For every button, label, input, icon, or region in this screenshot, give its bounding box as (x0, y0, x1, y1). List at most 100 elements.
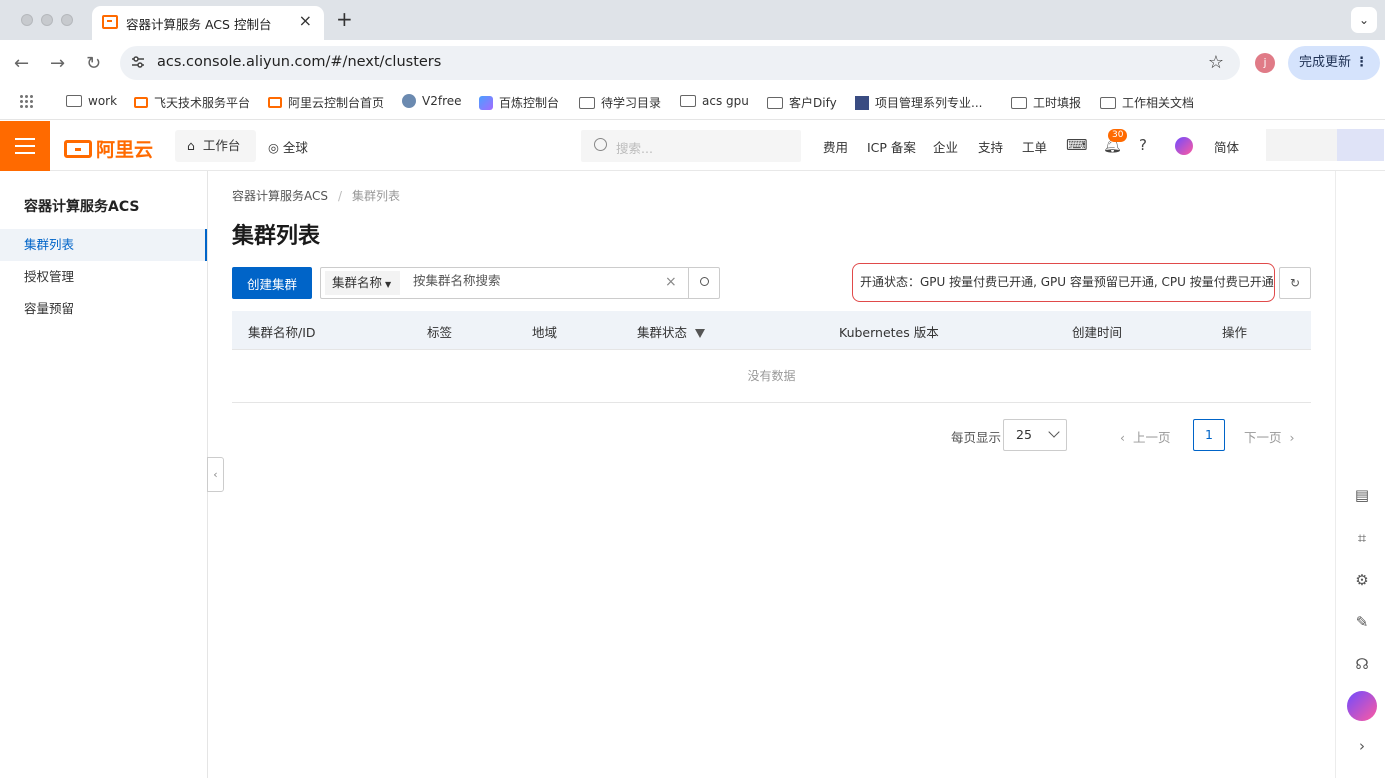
column-header-region: 地域 (532, 325, 558, 340)
next-page-button[interactable]: 下一页 › (1244, 427, 1294, 446)
project-icon (855, 95, 869, 110)
headset-icon[interactable]: ☊ (1353, 655, 1371, 673)
prev-page-button[interactable]: ‹ 上一页 (1120, 427, 1170, 446)
global-search[interactable]: 搜索... (581, 130, 801, 162)
folder-icon (680, 95, 696, 107)
sidebar-item-cluster-list[interactable]: 集群列表 (0, 229, 207, 261)
bookmark-item[interactable]: 待学习目录 (579, 94, 661, 111)
reload-icon[interactable]: ↻ (86, 53, 101, 74)
refresh-icon[interactable]: ↻ (1279, 267, 1311, 299)
site-settings-icon[interactable] (130, 54, 146, 70)
folder-icon (767, 96, 783, 109)
nav-link-fees[interactable]: 费用 (823, 137, 848, 156)
ai-assistant-icon[interactable] (1175, 137, 1193, 155)
sidebar-collapse-chevron-icon[interactable]: ‹ (207, 457, 224, 492)
bookmark-item[interactable]: 百炼控制台 (479, 94, 559, 111)
column-header-tags: 标签 (427, 325, 453, 340)
window-zoom-control[interactable] (61, 14, 73, 26)
home-icon: ⌂ (187, 138, 195, 153)
help-icon[interactable]: ? (1139, 136, 1147, 154)
bookmark-item[interactable]: 工作相关文档 (1100, 94, 1194, 111)
column-header-name: 集群名称/ID (248, 325, 316, 340)
expand-chevron-icon[interactable]: › (1353, 737, 1371, 755)
update-label: 完成更新 (1299, 55, 1352, 70)
aliyun-icon (134, 97, 148, 108)
cluster-search-group: 集群名称▼ × (320, 267, 720, 299)
caret-down-icon: ▼ (385, 280, 392, 289)
bookmark-item[interactable]: 飞天技术服务平台 (134, 94, 250, 111)
bookmark-item[interactable]: 项目管理系列专业... (855, 94, 982, 111)
nav-link-support[interactable]: 支持 (978, 137, 1003, 156)
terminal-icon[interactable]: ⌨ (1066, 136, 1088, 154)
column-header-status: 集群状态 (637, 322, 706, 341)
telegram-icon (402, 94, 416, 108)
folder-icon (1011, 96, 1027, 109)
menu-hamburger-icon[interactable] (0, 121, 50, 171)
search-field-select[interactable]: 集群名称 ▼ (325, 271, 400, 295)
chevron-down-icon (1048, 426, 1060, 438)
globe-icon: ◎ (268, 140, 279, 155)
clear-icon[interactable]: × (665, 274, 677, 290)
aliyun-favicon-icon (102, 15, 118, 29)
sidebar-item-authorization[interactable]: 授权管理 (0, 261, 207, 293)
bailian-icon (479, 95, 493, 110)
bookmark-item[interactable]: 工时填报 (1011, 94, 1081, 111)
bookmarks-bar: work 飞天技术服务平台 阿里云控制台首页 V2free 百炼控制台 待学习目… (0, 86, 1385, 120)
more-menu-icon[interactable]: ⋮ (1355, 46, 1368, 80)
notification-badge: 30 (1108, 129, 1128, 142)
nav-link-icp[interactable]: ICP 备案 (867, 137, 916, 156)
cluster-search-input[interactable] (413, 273, 653, 288)
page-size-select[interactable]: 25 (1003, 419, 1067, 451)
bookmark-item[interactable]: work (66, 94, 117, 108)
nav-link-ticket[interactable]: 工单 (1022, 137, 1047, 156)
folder-icon (579, 96, 595, 109)
filter-icon[interactable] (695, 329, 706, 338)
nav-link-enterprise[interactable]: 企业 (933, 137, 958, 156)
bookmark-item[interactable]: acs gpu (680, 94, 749, 108)
browser-toolbar: ← → ↻ acs.console.aliyun.com/#/next/clus… (0, 40, 1385, 86)
back-arrow-icon[interactable]: ← (14, 53, 29, 74)
update-button[interactable]: 完成更新 ⋮ (1288, 46, 1380, 80)
ai-assistant-icon[interactable] (1347, 691, 1377, 721)
create-cluster-button[interactable]: 创建集群 (232, 267, 312, 299)
region-selector[interactable]: ◎ 全球 (268, 137, 308, 156)
bookmark-star-icon[interactable]: ☆ (1208, 52, 1224, 73)
page-number-button[interactable]: 1 (1193, 419, 1225, 451)
bookmark-item[interactable]: 阿里云控制台首页 (268, 94, 384, 111)
profile-avatar[interactable]: j (1255, 53, 1275, 73)
column-header-k8s-version: Kubernetes 版本 (839, 325, 939, 340)
aliyun-logo[interactable]: 阿里云 (64, 135, 153, 162)
window-minimize-control[interactable] (41, 14, 53, 26)
folder-icon (66, 95, 82, 107)
document-icon[interactable]: ▤ (1353, 486, 1371, 504)
search-button[interactable] (688, 267, 720, 299)
bookmark-item[interactable]: 客户Dify (767, 94, 837, 111)
search-icon (700, 277, 709, 286)
tab-title: 容器计算服务 ACS 控制台 (126, 17, 272, 32)
activation-status: 开通状态：GPU 按量付费已开通, GPU 容量预留已开通, CPU 按量付费已… (852, 263, 1275, 302)
aliyun-icon (268, 97, 282, 108)
folder-icon (1100, 96, 1116, 109)
workbench-button[interactable]: ⌂ 工作台 (175, 130, 256, 162)
page-title: 集群列表 (232, 224, 321, 249)
apps-grid-icon[interactable] (19, 94, 34, 109)
gear-icon[interactable]: ⚙ (1353, 571, 1371, 589)
column-header-created: 创建时间 (1072, 325, 1123, 340)
window-close-control[interactable] (21, 14, 33, 26)
language-switch[interactable]: 简体 (1214, 137, 1239, 156)
new-tab-icon[interactable]: + (336, 7, 353, 31)
tab-close-icon[interactable]: × (299, 11, 312, 30)
bookmark-item[interactable]: V2free (402, 94, 462, 108)
page-size-label: 每页显示 (951, 430, 1002, 445)
account-area[interactable] (1266, 129, 1384, 161)
sidebar-item-capacity-reservation[interactable]: 容量预留 (0, 293, 207, 325)
browser-tab-active[interactable]: 容器计算服务 ACS 控制台 × (92, 6, 324, 40)
edit-icon[interactable]: ✎ (1353, 613, 1371, 631)
search-placeholder: 搜索... (616, 141, 653, 156)
address-bar[interactable]: acs.console.aliyun.com/#/next/clusters ☆ (120, 46, 1240, 80)
forward-arrow-icon[interactable]: → (50, 53, 65, 74)
breadcrumb-item[interactable]: 容器计算服务ACS (232, 189, 328, 203)
tab-search-chevron-icon[interactable]: ⌄ (1351, 7, 1377, 33)
api-icon[interactable]: ⌗ (1353, 529, 1371, 547)
column-header-actions: 操作 (1222, 325, 1248, 340)
